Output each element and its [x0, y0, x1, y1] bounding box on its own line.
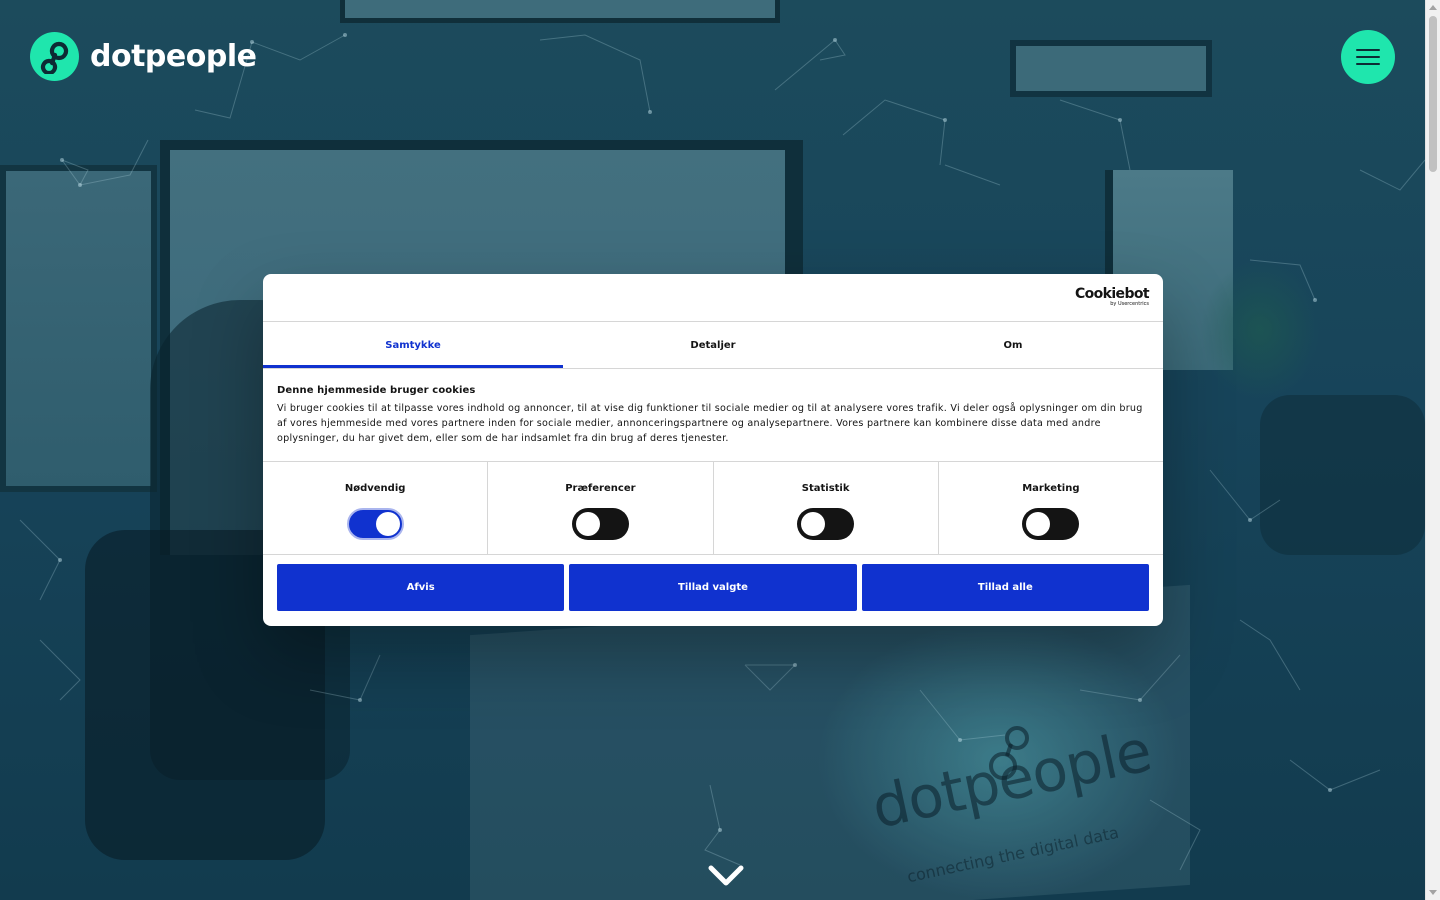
toggle-label-marketing: Marketing	[1022, 483, 1080, 494]
toggle-switch-marketing[interactable]	[1022, 508, 1080, 540]
switch-knob	[801, 512, 826, 536]
page-scrollbar[interactable]	[1425, 0, 1440, 900]
logo-mark-icon	[30, 32, 79, 81]
toggle-cell-statistics: Statistik	[714, 462, 939, 554]
toggle-switch-statistics[interactable]	[797, 508, 855, 540]
allow-selected-button[interactable]: Tillad valgte	[569, 564, 857, 611]
tab-om[interactable]: Om	[863, 322, 1163, 368]
scroll-down-arrow-icon[interactable]	[1429, 890, 1437, 895]
toggle-cell-necessary: Nødvendig	[263, 462, 489, 554]
scrollbar-thumb[interactable]	[1429, 16, 1437, 172]
dialog-actions: Afvis Tillad valgte Tillad alle	[263, 555, 1163, 611]
consent-toggles: Nødvendig Præferencer Statistik Marketin…	[263, 462, 1163, 555]
cookiebot-logo[interactable]: Cookiebot by Usercentrics	[1074, 286, 1150, 307]
switch-knob	[575, 512, 600, 536]
dialog-title: Denne hjemmeside bruger cookies	[277, 385, 476, 396]
hamburger-icon	[1356, 49, 1380, 65]
scroll-up-arrow-icon[interactable]	[1429, 5, 1437, 10]
toggle-switch-necessary[interactable]	[346, 508, 404, 540]
dialog-body: Denne hjemmeside bruger cookies Vi bruge…	[263, 369, 1163, 462]
logo-text: dotpeople	[90, 39, 257, 74]
toggle-label-necessary: Nødvendig	[344, 483, 406, 494]
toggle-switch-preferences[interactable]	[571, 508, 629, 540]
cookiebot-byline: by Usercentrics	[1110, 301, 1149, 307]
chevron-down-icon	[708, 865, 744, 886]
switch-knob	[1026, 512, 1051, 536]
toggle-cell-marketing: Marketing	[939, 462, 1163, 554]
menu-button[interactable]	[1341, 30, 1395, 84]
cookie-consent-dialog: Cookiebot by Usercentrics Samtykke Detal…	[263, 274, 1163, 626]
toggle-cell-preferences: Præferencer	[488, 462, 714, 554]
dialog-tabs: Samtykke Detaljer Om	[263, 322, 1163, 369]
dialog-description: Vi bruger cookies til at tilpasse vores …	[277, 403, 1143, 444]
site-logo[interactable]: dotpeople	[30, 32, 257, 81]
dialog-header: Cookiebot by Usercentrics	[263, 274, 1163, 322]
tab-samtykke[interactable]: Samtykke	[263, 322, 563, 368]
tab-detaljer[interactable]: Detaljer	[563, 322, 863, 368]
scroll-down-button[interactable]	[706, 862, 746, 890]
toggle-label-statistics: Statistik	[801, 483, 850, 494]
reject-button[interactable]: Afvis	[277, 564, 565, 611]
toggle-label-preferences: Præferencer	[565, 483, 636, 494]
allow-all-button[interactable]: Tillad alle	[861, 564, 1149, 611]
cookiebot-name: Cookiebot	[1074, 286, 1150, 302]
switch-knob	[375, 512, 400, 536]
